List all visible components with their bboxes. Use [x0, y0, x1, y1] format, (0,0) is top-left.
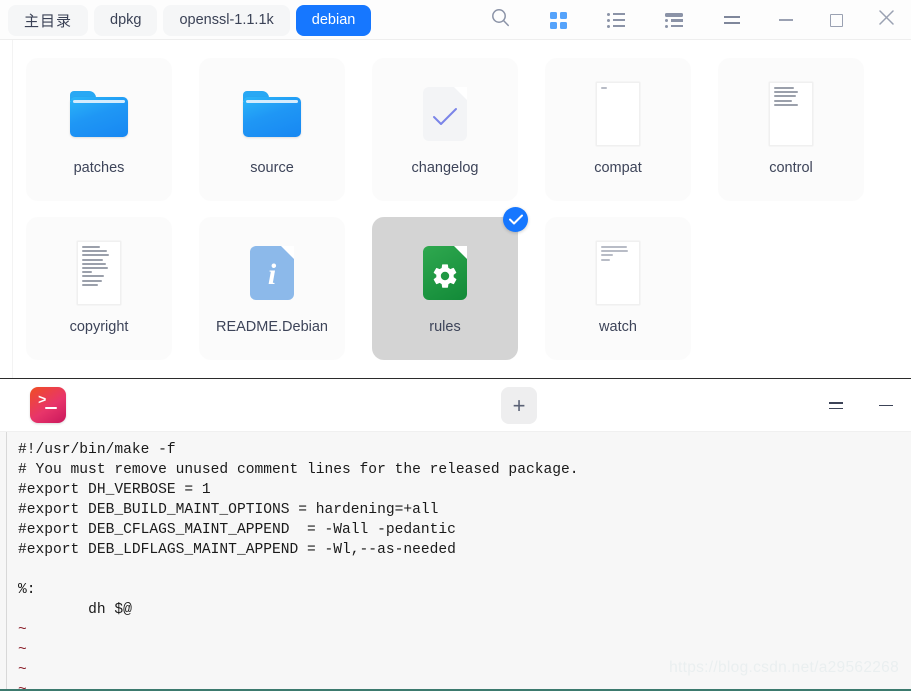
maximize-button[interactable]: [811, 0, 861, 40]
terminal-minimize-button[interactable]: [861, 379, 911, 432]
selected-check-badge: [503, 207, 528, 232]
new-tab-button[interactable]: +: [501, 387, 537, 424]
minimize-icon: [779, 19, 793, 21]
file-label: source: [250, 160, 294, 176]
text-document-icon: [759, 82, 823, 146]
tab-openssl[interactable]: openssl-1.1.1k: [163, 4, 290, 36]
grid-view-button[interactable]: [529, 0, 587, 40]
file-label: control: [769, 160, 813, 176]
hamburger-menu-icon: [724, 16, 740, 24]
file-tile-source[interactable]: source: [199, 58, 345, 201]
search-button[interactable]: [471, 0, 529, 40]
window-toolbar: [471, 0, 911, 40]
file-tile-patches[interactable]: patches: [26, 58, 172, 201]
file-label: patches: [73, 160, 125, 176]
vim-empty-line-marker: ~: [18, 662, 27, 678]
vim-empty-line-marker: ~: [18, 682, 27, 691]
gear-document-icon: [413, 241, 477, 305]
terminal-text: #!/usr/bin/make -f # You must remove unu…: [18, 442, 579, 618]
file-tile-readme-debian[interactable]: i README.Debian: [199, 217, 345, 360]
path-tab-list: 主目录 dpkg openssl-1.1.1k debian: [0, 4, 372, 36]
tab-debian[interactable]: debian: [295, 4, 372, 36]
file-tile-watch[interactable]: watch: [545, 217, 691, 360]
text-document-icon: [67, 241, 131, 305]
file-tile-compat[interactable]: compat: [545, 58, 691, 201]
file-label: rules: [429, 319, 461, 335]
search-icon: [491, 8, 510, 32]
terminal-menu-button[interactable]: [811, 379, 861, 432]
terminal-header: > +: [0, 379, 911, 432]
file-grid-row: copyright i README.Debian rules watch: [26, 207, 885, 360]
tab-dpkg[interactable]: dpkg: [94, 4, 158, 36]
file-label: README.Debian: [215, 319, 328, 335]
file-manager-window: 主目录 dpkg openssl-1.1.1k debian patches s…: [0, 0, 911, 691]
file-label: copyright: [69, 319, 129, 335]
file-tile-rules[interactable]: rules: [372, 207, 528, 360]
detail-view-icon: [665, 12, 683, 28]
file-grid-row: patches source changelog compat control: [26, 58, 885, 201]
main-menu-button[interactable]: [703, 0, 761, 40]
info-document-icon: i: [240, 241, 304, 305]
file-tile-control[interactable]: control: [718, 58, 864, 201]
terminal-panel: > + #!/usr/bin/make -f # You must remove…: [0, 378, 911, 691]
vim-empty-line-marker: ~: [18, 622, 27, 638]
terminal-window-controls: [811, 379, 911, 432]
file-tile-copyright[interactable]: copyright: [26, 217, 172, 360]
terminal-icon[interactable]: >: [30, 387, 66, 423]
terminal-output[interactable]: #!/usr/bin/make -f # You must remove unu…: [0, 432, 911, 691]
folder-icon: [67, 82, 131, 146]
list-view-icon: [607, 12, 625, 28]
minimize-button[interactable]: [761, 0, 811, 40]
minimize-icon: [879, 404, 893, 407]
folder-icon: [240, 82, 304, 146]
grid-view-icon: [549, 11, 567, 29]
detail-view-button[interactable]: [645, 0, 703, 40]
close-button[interactable]: [861, 0, 911, 40]
text-document-icon: [586, 82, 650, 146]
hamburger-menu-icon: [829, 401, 843, 410]
file-grid: patches source changelog compat control …: [0, 40, 911, 378]
close-icon: [878, 10, 894, 30]
file-label: compat: [594, 160, 642, 176]
maximize-icon: [829, 13, 843, 27]
file-tile-changelog[interactable]: changelog: [372, 58, 518, 201]
file-label: changelog: [411, 160, 479, 176]
terminal-cursor-glyph: [45, 407, 57, 410]
list-view-button[interactable]: [587, 0, 645, 40]
file-label: watch: [599, 319, 637, 335]
text-document-icon: [586, 241, 650, 305]
document-check-icon: [413, 82, 477, 146]
title-bar: 主目录 dpkg openssl-1.1.1k debian: [0, 0, 911, 40]
vim-empty-line-marker: ~: [18, 642, 27, 658]
tab-home-directory[interactable]: 主目录: [8, 4, 89, 36]
